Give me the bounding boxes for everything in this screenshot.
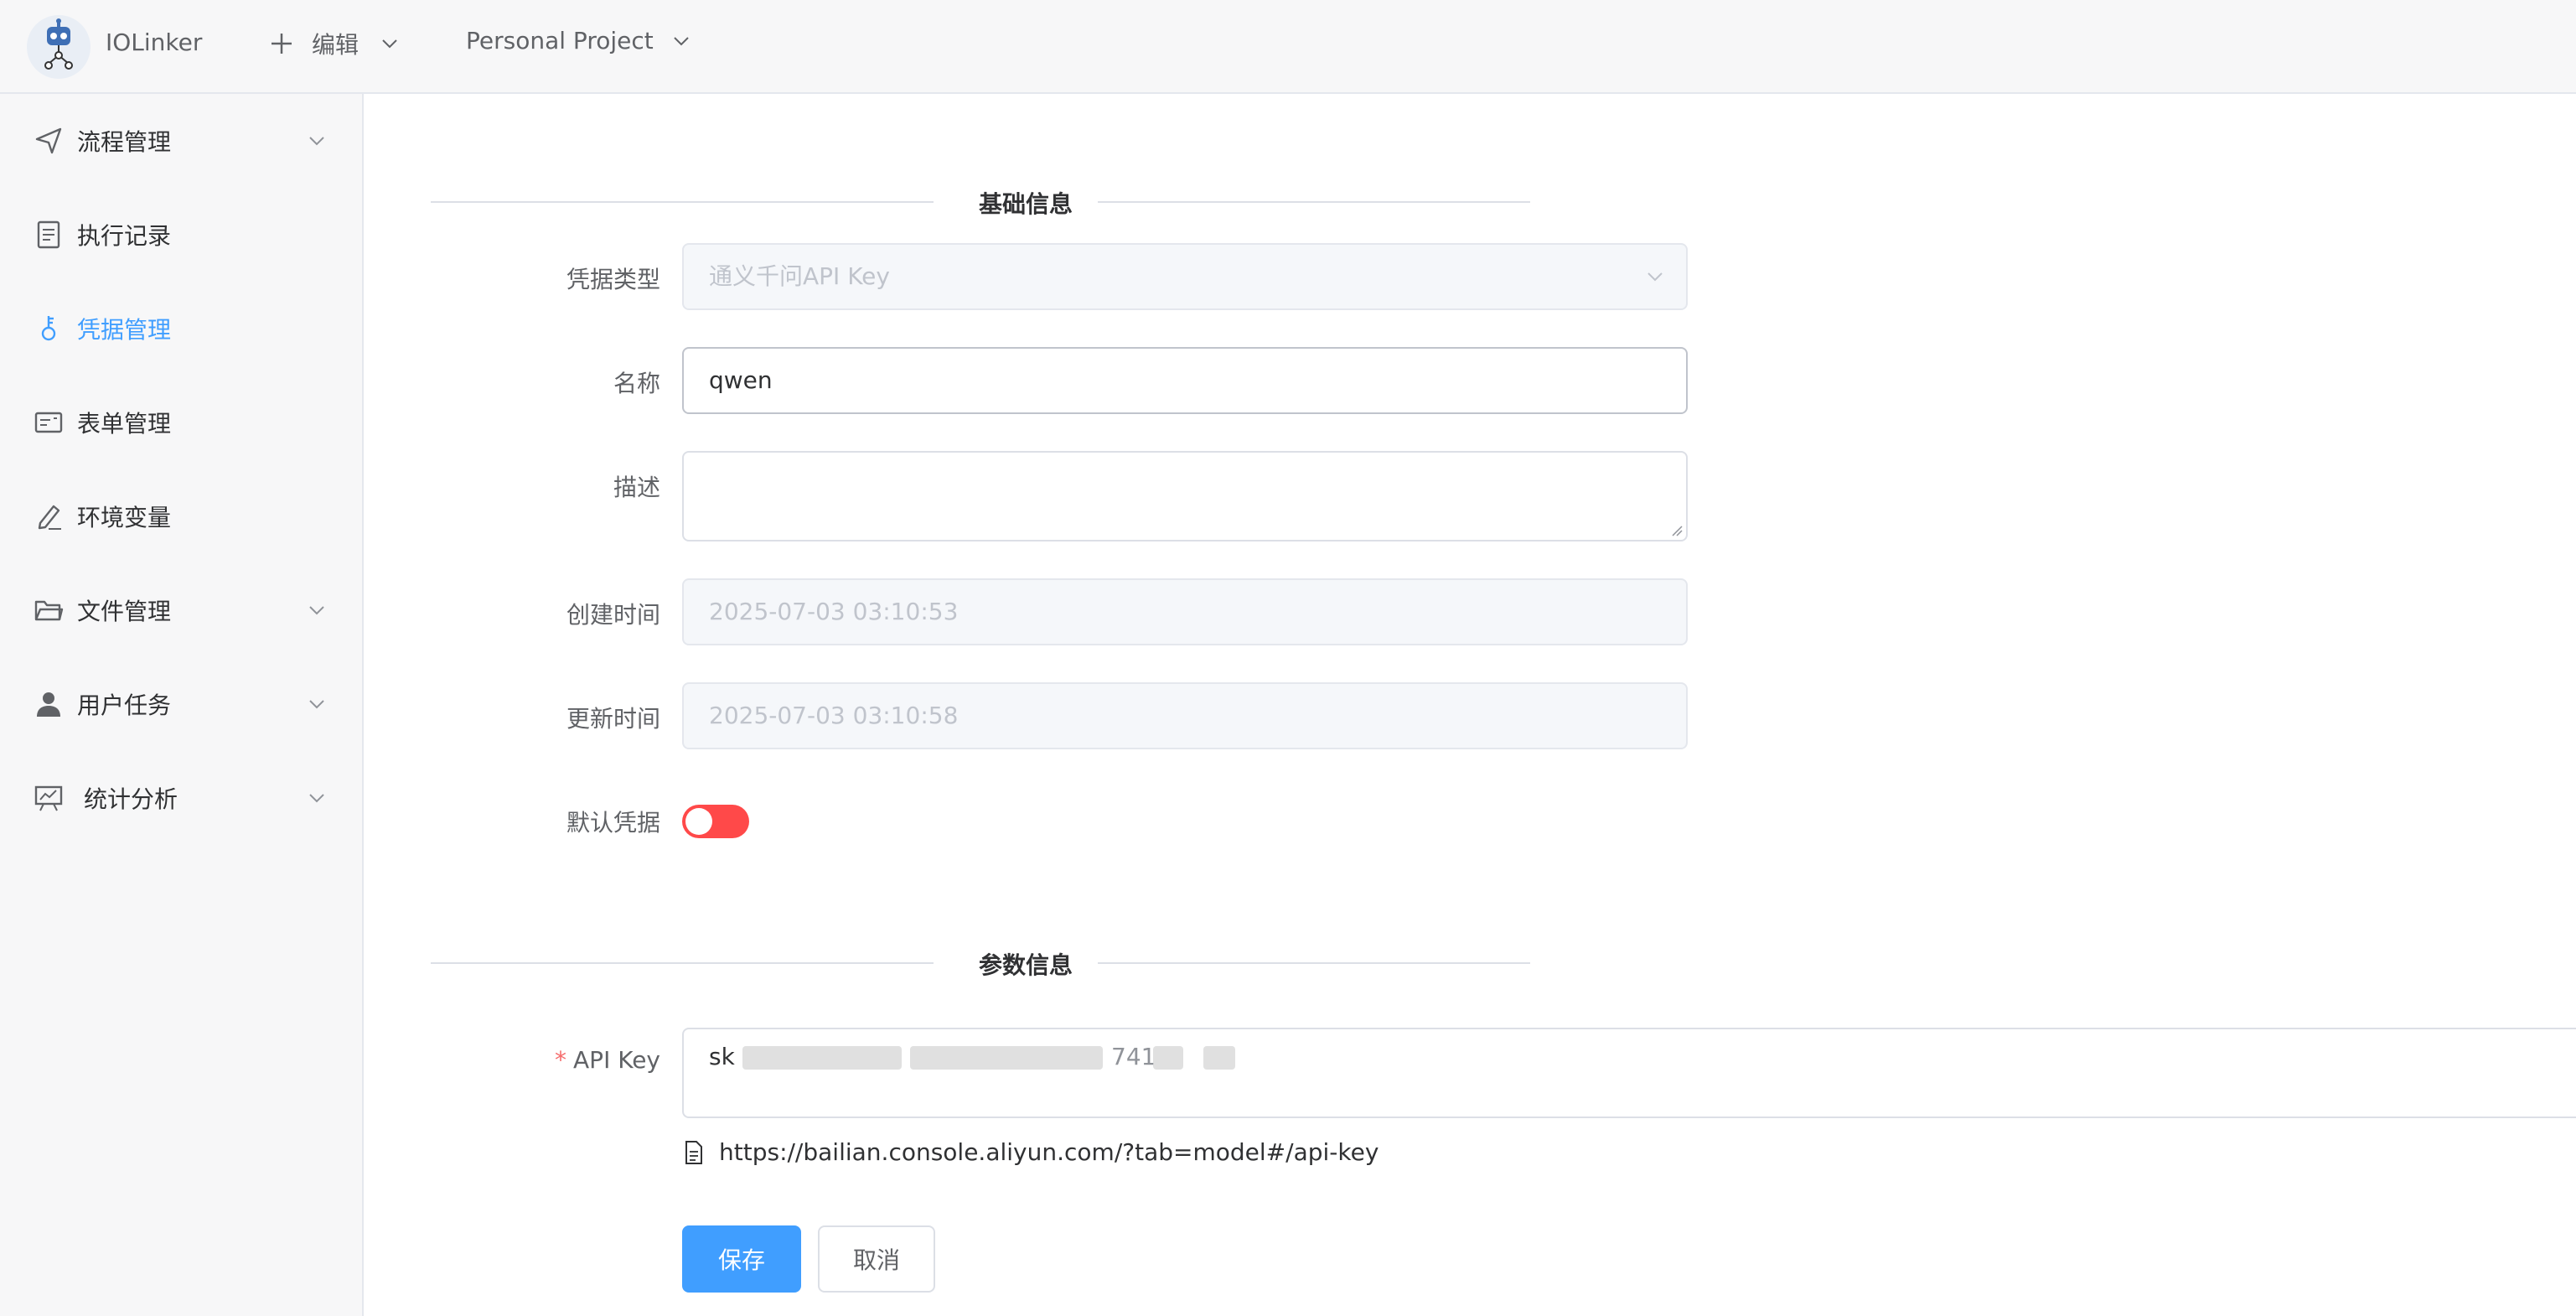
- form-icon: [34, 412, 63, 433]
- robot-logo-icon[interactable]: [27, 15, 91, 79]
- updated-time-input[interactable]: 2025-07-03 03:10:58: [682, 682, 1688, 749]
- section-title: 基础信息: [978, 190, 1073, 218]
- chart-icon: [34, 785, 63, 811]
- updated-time-label: 更新时间: [566, 705, 660, 733]
- divider: [431, 201, 934, 203]
- created-time-value: 2025-07-03 03:10:53: [709, 598, 959, 625]
- created-time-input[interactable]: 2025-07-03 03:10:53: [682, 578, 1688, 645]
- redacted-text: [1203, 1046, 1235, 1070]
- plus-icon: [272, 34, 292, 54]
- sidebar-item-files[interactable]: 文件管理: [0, 563, 362, 657]
- document-icon: [37, 220, 60, 249]
- doc-url: https://bailian.console.aliyun.com/?tab=…: [719, 1138, 1379, 1166]
- section-basic-info: 基础信息: [431, 184, 1604, 218]
- folder-icon: [34, 600, 64, 621]
- sidebar-item-label: 执行记录: [77, 222, 172, 250]
- api-key-doc-link[interactable]: https://bailian.console.aliyun.com/?tab=…: [682, 1138, 1379, 1166]
- sidebar-item-label: 统计分析: [84, 785, 178, 813]
- chevron-down-icon: [309, 700, 324, 709]
- api-key-fragment: 741: [1111, 1043, 1156, 1070]
- api-key-label: * API Key: [426, 1046, 660, 1074]
- project-selector[interactable]: Personal Project: [466, 27, 691, 54]
- top-header: IOLinker 编辑 Personal Project: [0, 0, 2576, 94]
- credential-type-select[interactable]: 通义千问API Key: [682, 243, 1688, 310]
- credential-type-value: 通义千问API Key: [709, 262, 890, 290]
- save-button[interactable]: 保存: [682, 1225, 801, 1293]
- edit-menu[interactable]: 编辑: [268, 27, 399, 60]
- sidebar-item-label: 凭据管理: [77, 316, 172, 344]
- redacted-text: [1153, 1046, 1183, 1070]
- sidebar-item-statistics[interactable]: 统计分析: [0, 751, 362, 845]
- sidebar-item-user-tasks[interactable]: 用户任务: [0, 657, 362, 751]
- sidebar: 流程管理 执行记录 凭据管理 表单管理 环境变量 文件管理 用户任务 统计分析: [0, 94, 364, 1316]
- name-label: 名称: [613, 370, 660, 397]
- resize-handle-icon[interactable]: [1671, 525, 1683, 536]
- chevron-down-icon: [309, 137, 324, 146]
- default-credential-switch[interactable]: [682, 805, 749, 838]
- divider: [1098, 962, 1530, 964]
- sidebar-item-credentials[interactable]: 凭据管理: [0, 282, 362, 376]
- app-name: IOLinker: [106, 28, 203, 56]
- section-title: 参数信息: [978, 951, 1073, 979]
- edit-menu-label: 编辑: [312, 31, 360, 59]
- sidebar-item-workflow[interactable]: 流程管理: [0, 94, 362, 188]
- project-selector-label: Personal Project: [466, 27, 654, 54]
- divider: [431, 962, 934, 964]
- created-time-label: 创建时间: [566, 601, 660, 629]
- chevron-down-icon: [382, 39, 397, 49]
- description-label: 描述: [613, 474, 660, 501]
- send-icon: [35, 127, 62, 154]
- api-key-prefix: sk: [709, 1043, 735, 1070]
- key-icon: [41, 316, 56, 341]
- default-credential-label: 默认凭据: [566, 809, 660, 837]
- section-parameters: 参数信息: [431, 946, 1604, 979]
- switch-knob: [685, 808, 712, 835]
- cancel-button[interactable]: 取消: [818, 1225, 935, 1293]
- user-icon: [37, 692, 60, 717]
- sidebar-item-label: 用户任务: [77, 692, 172, 719]
- updated-time-value: 2025-07-03 03:10:58: [709, 702, 959, 729]
- chevron-down-icon: [1648, 272, 1663, 282]
- name-value: qwen: [709, 366, 773, 394]
- sidebar-item-label: 表单管理: [77, 410, 172, 438]
- chevron-down-icon: [309, 606, 324, 615]
- description-textarea[interactable]: [682, 451, 1688, 541]
- sidebar-item-label: 环境变量: [77, 504, 172, 531]
- redacted-text: [910, 1046, 1103, 1070]
- edit-icon: [38, 505, 61, 530]
- sidebar-item-forms[interactable]: 表单管理: [0, 376, 362, 469]
- sidebar-item-label: 文件管理: [77, 598, 172, 625]
- sidebar-item-env-vars[interactable]: 环境变量: [0, 469, 362, 563]
- sidebar-item-label: 流程管理: [77, 128, 172, 156]
- redacted-text: [742, 1046, 902, 1070]
- document-icon: [685, 1140, 702, 1164]
- divider: [1098, 201, 1530, 203]
- chevron-down-icon: [309, 794, 324, 803]
- api-key-textarea[interactable]: sk 741: [682, 1028, 2576, 1118]
- chevron-down-icon: [674, 36, 689, 45]
- required-marker: *: [555, 1046, 567, 1074]
- name-input[interactable]: qwen: [682, 347, 1688, 414]
- sidebar-item-execution-records[interactable]: 执行记录: [0, 188, 362, 282]
- credential-type-label: 凭据类型: [566, 266, 660, 293]
- api-key-label-text: API Key: [573, 1046, 660, 1074]
